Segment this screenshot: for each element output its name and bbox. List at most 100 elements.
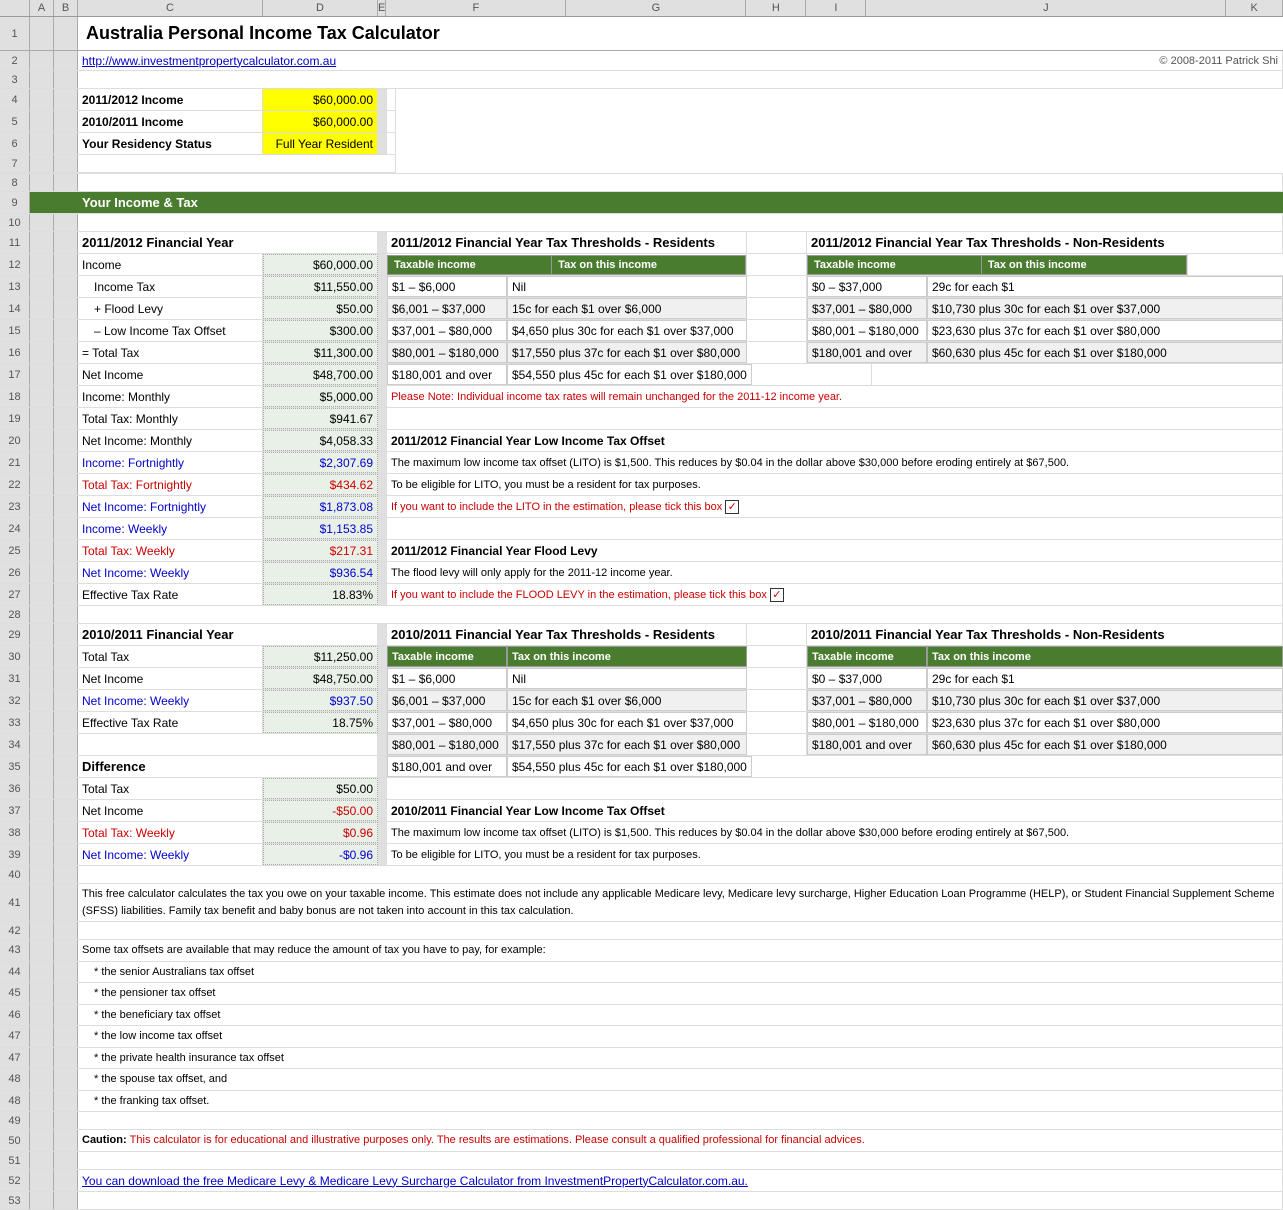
cell-3a: [30, 71, 54, 88]
rownum-16: 16: [0, 342, 30, 363]
rownum-19: 19: [0, 408, 30, 429]
fortnightly-net-label-23: Net Income: Fortnightly: [78, 496, 263, 517]
cell-52c[interactable]: You can download the free Medicare Levy …: [78, 1170, 1283, 1191]
cell-23a: [30, 496, 54, 517]
res-2010-row1-col2: Nil: [507, 668, 747, 689]
rownum-53: 53: [0, 1192, 30, 1209]
cell-11h: [747, 232, 807, 253]
row-23: 23 Net Income: Fortnightly $1,873.08 If …: [0, 496, 1283, 518]
cell-39e: [378, 844, 387, 865]
nonres-2010-row4-col1: $180,001 and over: [807, 734, 927, 755]
row-5: 5 2010/2011 Income $60,000.00: [0, 111, 396, 133]
cell-52a: [30, 1170, 54, 1191]
cell-32b: [54, 690, 78, 711]
row-44: 44 * the senior Australians tax offset: [0, 962, 1283, 984]
cell-34a: [30, 734, 54, 755]
lito-2011-checkbox[interactable]: ✓: [725, 500, 739, 514]
cell-20a: [30, 430, 54, 451]
cell-50b: [54, 1130, 78, 1151]
rownum-18: 18: [0, 386, 30, 407]
col-g-header: G: [566, 0, 746, 16]
cell-2c[interactable]: http://www.investmentpropertycalculator.…: [78, 51, 578, 70]
row-42: 42: [0, 922, 1283, 940]
monthly-tax-label-19: Total Tax: Monthly: [78, 408, 263, 429]
etr-label-27: Effective Tax Rate: [78, 584, 263, 605]
fortnightly-net-value-23: $1,873.08: [263, 496, 378, 517]
rownum-3: 3: [0, 71, 30, 88]
cell-21e: [378, 452, 387, 473]
lito-2010-title-37: 2010/2011 Financial Year Low Income Tax …: [387, 800, 1283, 821]
cell-5fg: [387, 111, 396, 132]
rownum-41: 41: [0, 884, 30, 921]
row-4: 4 2011/2012 Income $60,000.00: [0, 89, 396, 111]
rownum-29: 29: [0, 624, 30, 645]
row-24: 24 Income: Weekly $1,153.85: [0, 518, 1283, 540]
flood-levy-2011-desc1: The flood levy will only apply for the 2…: [387, 562, 1283, 583]
caution-label: Caution:: [82, 1132, 127, 1149]
res-table-row5-col2: $54,550 plus 45c for each $1 over $180,0…: [507, 364, 752, 385]
fortnightly-income-value-21: $2,307.69: [263, 452, 378, 473]
row-num-header: [0, 0, 30, 16]
cell-52b: [54, 1170, 78, 1191]
offset-2: * the pensioner tax offset: [78, 983, 1283, 1004]
offset-4: * the low income tax offset: [78, 1026, 1283, 1047]
tax-table-2011-res-col2: Tax on this income: [552, 255, 746, 274]
cell-37a: [30, 800, 54, 821]
col-f-header: F: [386, 0, 566, 16]
weekly-net-label-26: Net Income: Weekly: [78, 562, 263, 583]
row-14: 14 + Flood Levy $50.00 $6,001 – $37,000 …: [0, 298, 1283, 320]
offset-1: * the senior Australians tax offset: [78, 962, 1283, 983]
cell-31e: [378, 668, 387, 689]
cell-11e: [378, 232, 387, 253]
cell-19a: [30, 408, 54, 429]
col-j-header: J: [866, 0, 1226, 16]
nonres-table-row4-col2: $60,630 plus 45c for each $1 over $180,0…: [927, 342, 1283, 363]
income-2011-input[interactable]: $60,000.00: [263, 89, 378, 110]
cell-17a: [30, 364, 54, 385]
income-2010-input[interactable]: $60,000.00: [263, 111, 378, 132]
total-tax-label-16: = Total Tax: [78, 342, 263, 363]
res-table-row3-col2: $4,650 plus 30c for each $1 over $37,000: [507, 320, 747, 341]
cell-4a: [30, 89, 54, 110]
row-36: 36 Total Tax $50.00: [0, 778, 1283, 800]
col-k-header: K: [1226, 0, 1283, 16]
res-2010-row5-col1: $180,001 and over: [387, 756, 507, 777]
tax-note-18: Please Note: Individual income tax rates…: [387, 386, 1283, 407]
cell-6a: [30, 133, 54, 154]
row-46: 46 * the beneficiary tax offset: [0, 1005, 1283, 1027]
cell-39a: [30, 844, 54, 865]
cell-12b: [54, 254, 78, 275]
res-2010-table-col2-header: Tax on this income: [507, 646, 747, 667]
cell-36b: [54, 778, 78, 799]
website-link-1[interactable]: http://www.investmentpropertycalculator.…: [82, 54, 336, 68]
row-39: 39 Net Income: Weekly -$0.96 To be eligi…: [0, 844, 1283, 866]
nonres-2010-row2-col2: $10,730 plus 30c for each $1 over $37,00…: [927, 690, 1283, 711]
nonres-table-row1-col2: 29c for each $1: [927, 276, 1283, 297]
row-8: 8: [0, 174, 1283, 192]
row-1: 1 Australia Personal Income Tax Calculat…: [0, 17, 1283, 51]
net-income-2010-label-31: Net Income: [78, 668, 263, 689]
flood-levy-2011-checkbox[interactable]: ✓: [770, 588, 784, 602]
etr-value-27: 18.83%: [263, 584, 378, 605]
rownum-44: 44: [0, 962, 30, 983]
flood-levy-2011-title: 2011/2012 Financial Year Flood Levy: [387, 540, 1283, 561]
rownum-39: 39: [0, 844, 30, 865]
diff-total-tax-value-36: $50.00: [263, 778, 378, 799]
residency-input[interactable]: Full Year Resident: [263, 133, 378, 154]
rownum-14: 14: [0, 298, 30, 319]
cell-27b: [54, 584, 78, 605]
cell-35e: [378, 756, 387, 777]
input-section: 4 2011/2012 Income $60,000.00 5 2010/201…: [0, 89, 1283, 174]
res-table-row3-col1: $37,001 – $80,000: [387, 320, 507, 341]
download-link[interactable]: You can download the free Medicare Levy …: [82, 1174, 748, 1188]
column-headers: A B C D E F G H I J K: [0, 0, 1283, 17]
weekly-tax-value-25: $217.31: [263, 540, 378, 561]
row-30: 30 Total Tax $11,250.00 Taxable income T…: [0, 646, 1283, 668]
flood-levy-2011-checkbox-row: If you want to include the FLOOD LEVY in…: [387, 584, 1283, 605]
cell-47a: [30, 1026, 54, 1047]
spreadsheet-title: Australia Personal Income Tax Calculator: [78, 17, 1283, 50]
res-2010-table-col1-header: Taxable income: [387, 646, 507, 667]
row-2: 2 http://www.investmentpropertycalculato…: [0, 51, 1283, 71]
cell-53a: [30, 1192, 54, 1209]
cell-15a: [30, 320, 54, 341]
